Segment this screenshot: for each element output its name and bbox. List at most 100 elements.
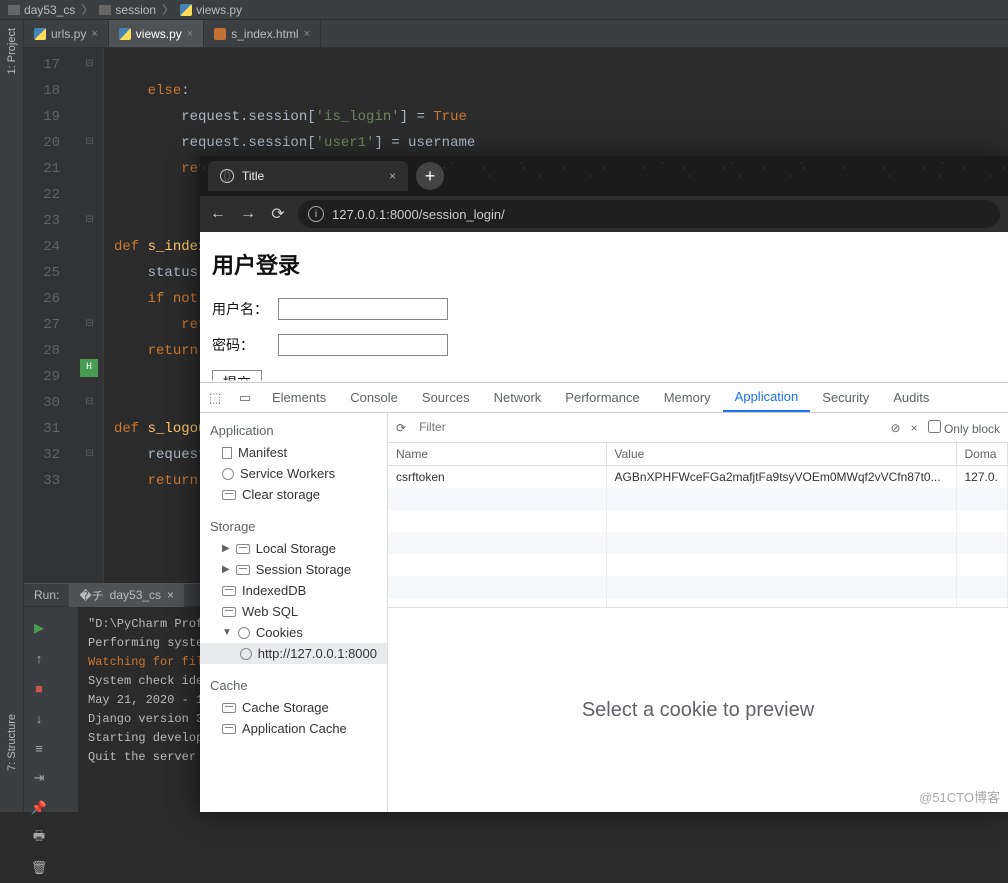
sidebar-item-cache-storage[interactable]: Cache Storage bbox=[200, 697, 387, 718]
devtools-main: ⟳ ⊘ × Only block Name Value Doma bbox=[388, 413, 1008, 812]
dt-tab-performance[interactable]: Performance bbox=[553, 383, 651, 412]
sidebar-item-manifest[interactable]: Manifest bbox=[200, 442, 387, 463]
col-domain[interactable]: Doma bbox=[956, 443, 1008, 466]
close-icon[interactable]: × bbox=[187, 28, 193, 40]
python-file-icon bbox=[34, 28, 46, 40]
run-title: Run: bbox=[34, 588, 59, 602]
refresh-icon[interactable]: ⟳ bbox=[396, 421, 406, 435]
project-tool-button[interactable]: 1: Project bbox=[6, 28, 18, 74]
pin-button[interactable]: 📌 bbox=[28, 797, 50, 819]
breadcrumb-item[interactable]: day53_cs bbox=[8, 3, 75, 17]
run-config-tab[interactable]: �チday53_cs× bbox=[69, 584, 184, 607]
sidebar-item-clear-storage[interactable]: Clear storage bbox=[200, 484, 387, 505]
html-file-icon bbox=[214, 28, 226, 40]
line-gutter: 1718192021222324252627282930313233 bbox=[24, 48, 76, 583]
watermark: @51CTO博客 bbox=[919, 787, 1000, 806]
dt-tab-audits[interactable]: Audits bbox=[881, 383, 941, 412]
dt-tab-security[interactable]: Security bbox=[810, 383, 881, 412]
bookmark-icon: H bbox=[80, 359, 98, 377]
back-button[interactable]: ← bbox=[208, 205, 228, 223]
password-label: 密码： bbox=[212, 335, 268, 355]
print-button[interactable]: 🖶 bbox=[28, 827, 50, 849]
username-input[interactable] bbox=[278, 298, 448, 320]
col-value[interactable]: Value bbox=[606, 443, 956, 466]
cookie-toolbar: ⟳ ⊘ × Only block bbox=[388, 413, 1008, 443]
sidebar-item-local-storage[interactable]: ▶Local Storage bbox=[200, 538, 387, 559]
dt-tab-application[interactable]: Application bbox=[723, 383, 811, 412]
database-icon bbox=[222, 586, 236, 596]
browser-tabbar: Title × + bbox=[200, 156, 1008, 196]
site-info-icon[interactable]: i bbox=[308, 206, 324, 222]
sidebar-item-cookie-origin[interactable]: http://127.0.0.1:8000 bbox=[200, 643, 387, 664]
breadcrumb: day53_cs 〉 session 〉 views.py bbox=[0, 0, 1008, 20]
cookie-icon bbox=[240, 648, 252, 660]
cookie-table[interactable]: Name Value Doma csrftokenAGBnXPHFWceFGa2… bbox=[388, 443, 1008, 608]
reload-button[interactable]: ⟳ bbox=[268, 204, 288, 224]
only-blocked-checkbox[interactable]: Only block bbox=[928, 420, 1000, 436]
stop-button[interactable]: ■ bbox=[28, 677, 50, 699]
structure-tool-button[interactable]: 7: Structure bbox=[6, 714, 18, 771]
sidebar-item-service-workers[interactable]: Service Workers bbox=[200, 463, 387, 484]
run-toolbar: ▶↑ ■↓ ≡⇥ 📌🖶 🗑 bbox=[24, 607, 78, 812]
tab-s-index-html[interactable]: s_index.html× bbox=[204, 20, 321, 47]
step-down-button[interactable]: ↓ bbox=[28, 707, 50, 729]
devtools-panel: ⬚ ▭ Elements Console Sources Network Per… bbox=[200, 382, 1008, 812]
username-label: 用户名： bbox=[212, 299, 268, 319]
document-icon bbox=[222, 447, 232, 459]
sidebar-item-indexeddb[interactable]: IndexedDB bbox=[200, 580, 387, 601]
browser-window: Title × + ← → ⟳ i 127.0.0.1:8000/session… bbox=[200, 156, 1008, 812]
softwrap-button[interactable]: ⇥ bbox=[28, 767, 50, 789]
browser-tab-title: Title bbox=[242, 169, 264, 183]
col-name[interactable]: Name bbox=[388, 443, 606, 466]
url-field[interactable]: i 127.0.0.1:8000/session_login/ bbox=[298, 200, 1000, 228]
close-icon[interactable]: × bbox=[911, 421, 918, 435]
tab-urls-py[interactable]: urls.py× bbox=[24, 20, 109, 47]
inspect-icon[interactable]: ⬚ bbox=[200, 383, 230, 412]
layout-button[interactable]: ≡ bbox=[28, 737, 50, 759]
editor-tabbar: urls.py× views.py× s_index.html× bbox=[24, 20, 1008, 48]
storage-icon bbox=[222, 703, 236, 713]
sidebar-item-application-cache[interactable]: Application Cache bbox=[200, 718, 387, 739]
clear-icon[interactable]: ⊘ bbox=[891, 421, 901, 435]
dt-tab-sources[interactable]: Sources bbox=[410, 383, 482, 412]
folder-icon bbox=[8, 5, 20, 15]
sidebar-item-cookies[interactable]: ▼Cookies bbox=[200, 622, 387, 643]
tab-views-py[interactable]: views.py× bbox=[109, 20, 204, 47]
breadcrumb-sep: 〉 bbox=[81, 1, 93, 18]
new-tab-button[interactable]: + bbox=[416, 162, 444, 190]
dt-tab-memory[interactable]: Memory bbox=[652, 383, 723, 412]
browser-tab[interactable]: Title × bbox=[208, 161, 408, 191]
trash-button[interactable]: 🗑 bbox=[28, 857, 50, 879]
sidebar-item-websql[interactable]: Web SQL bbox=[200, 601, 387, 622]
sidebar-item-session-storage[interactable]: ▶Session Storage bbox=[200, 559, 387, 580]
password-input[interactable] bbox=[278, 334, 448, 356]
close-icon[interactable]: × bbox=[167, 588, 174, 602]
step-up-button[interactable]: ↑ bbox=[28, 647, 50, 669]
globe-icon bbox=[220, 169, 234, 183]
fold-column: ⊟⊟⊟⊟⊟⊟ bbox=[76, 48, 104, 583]
storage-icon bbox=[236, 565, 250, 575]
sidebar-section-cache: Cache bbox=[200, 674, 387, 697]
table-row[interactable]: csrftokenAGBnXPHFWceFGa2mafjtFa9tsyVOEm0… bbox=[388, 466, 1008, 489]
breadcrumb-item[interactable]: session bbox=[99, 3, 156, 17]
page-heading: 用户登录 bbox=[212, 248, 996, 280]
devtools-sidebar[interactable]: Application Manifest Service Workers Cle… bbox=[200, 413, 388, 812]
close-icon[interactable]: × bbox=[389, 169, 396, 183]
cookie-preview-hint: Select a cookie to preview bbox=[388, 608, 1008, 812]
cookie-filter-input[interactable] bbox=[416, 417, 796, 438]
close-icon[interactable]: × bbox=[91, 28, 97, 40]
dt-tab-console[interactable]: Console bbox=[338, 383, 410, 412]
breadcrumb-sep: 〉 bbox=[162, 1, 174, 18]
cookie-icon bbox=[238, 627, 250, 639]
gear-icon bbox=[222, 468, 234, 480]
close-icon[interactable]: × bbox=[304, 28, 310, 40]
forward-button[interactable]: → bbox=[238, 205, 258, 223]
breadcrumb-item[interactable]: views.py bbox=[180, 3, 242, 17]
database-icon bbox=[222, 607, 236, 617]
dt-tab-network[interactable]: Network bbox=[482, 383, 554, 412]
left-tool-strip: 1: Project 7: Structure bbox=[0, 20, 24, 812]
device-toggle-icon[interactable]: ▭ bbox=[230, 383, 260, 412]
python-file-icon bbox=[180, 4, 192, 16]
dt-tab-elements[interactable]: Elements bbox=[260, 383, 338, 412]
rerun-button[interactable]: ▶ bbox=[28, 617, 50, 639]
